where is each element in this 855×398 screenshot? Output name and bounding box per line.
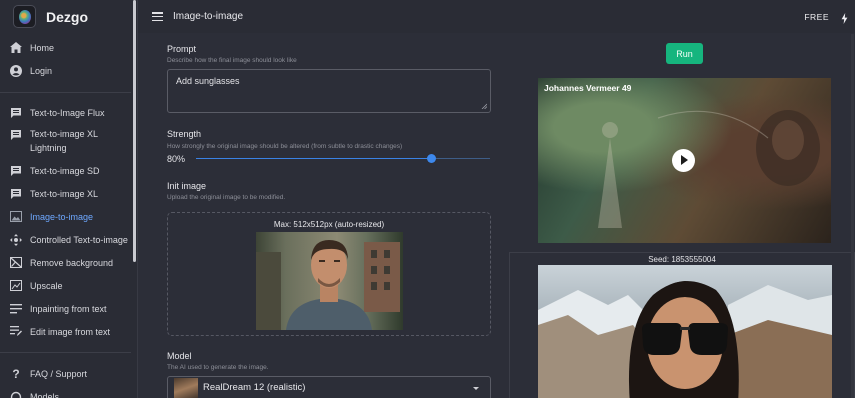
sidebar-item-controlled-text-to-image[interactable]: Controlled Text-to-image: [0, 228, 137, 251]
main-scrollbar[interactable]: [851, 34, 854, 398]
model-help: The AI used to generate the image.: [167, 364, 269, 371]
init-image-title: Init image: [167, 181, 207, 191]
model-title: Model: [167, 351, 192, 361]
sidebar-item-models[interactable]: Models: [0, 385, 137, 398]
prompt-title: Prompt: [167, 44, 197, 54]
dezgo-logo: [13, 5, 36, 28]
resize-handle-icon[interactable]: [481, 103, 487, 109]
chevron-down-icon: [473, 387, 479, 390]
app-name: Dezgo: [46, 8, 88, 25]
account-icon: [10, 64, 22, 77]
max-size-label: Max: 512x512px (auto-resized): [273, 220, 385, 229]
prompt-help: Describe how the final image should look…: [167, 57, 297, 64]
sidebar-item-text-to-image-xl[interactable]: Text-to-image XL: [0, 182, 137, 205]
sidebar-item-home[interactable]: Home: [0, 36, 137, 59]
seed-label: Seed: 1853555004: [648, 255, 716, 264]
message-icon: [10, 129, 22, 141]
init-image-preview: [256, 232, 403, 330]
sidebar-scrollbar[interactable]: [133, 0, 136, 262]
sidebar-item-upscale[interactable]: Upscale: [0, 274, 137, 297]
edit-text-icon: [10, 326, 22, 338]
video-title: Johannes Vermeer 49: [544, 83, 632, 93]
models-icon: [10, 391, 22, 398]
result-panel: Seed: 1853555004: [509, 252, 855, 398]
plan-label[interactable]: FREE: [804, 12, 829, 22]
message-icon: [10, 107, 22, 119]
sidebar-item-remove-background[interactable]: Remove background: [0, 251, 137, 274]
init-image-help: Upload the original image to be modified…: [167, 194, 286, 201]
bolt-icon[interactable]: [841, 11, 848, 29]
model-name: RealDream 12 (realistic): [203, 382, 306, 393]
prompt-value: Add sunglasses: [176, 76, 240, 86]
home-icon: [10, 42, 22, 54]
hamburger-menu-icon[interactable]: [152, 12, 163, 21]
strength-title: Strength: [167, 129, 202, 139]
video-player[interactable]: Johannes Vermeer 49: [538, 78, 831, 243]
help-icon: ?: [12, 366, 20, 381]
play-icon[interactable]: [672, 149, 695, 172]
sidebar-item-image-to-image[interactable]: Image-to-image: [0, 205, 137, 228]
slider-thumb[interactable]: [427, 154, 437, 163]
sidebar-item-login[interactable]: Login: [0, 59, 137, 82]
sidebar-item-text-to-image-sd[interactable]: Text-to-image SD: [0, 159, 137, 182]
control-icon: [10, 233, 22, 246]
run-button[interactable]: Run: [666, 43, 703, 64]
image-icon: [10, 211, 22, 223]
strength-value: 80%: [167, 154, 186, 164]
model-select[interactable]: RealDream 12 (realistic): [167, 376, 491, 398]
message-icon: [10, 165, 22, 177]
sidebar-item-text-to-image-xl-lightning[interactable]: Text-to-image XL Lightning: [0, 123, 137, 159]
sidebar-item-inpainting-from-text[interactable]: Inpainting from text: [0, 297, 137, 320]
top-bar: Image-to-image FREE: [138, 0, 855, 33]
sidebar: Dezgo Home Login Text-to-Image Flux Text…: [0, 0, 138, 398]
init-image-dropzone[interactable]: Max: 512x512px (auto-resized): [167, 212, 491, 336]
page-title: Image-to-image: [173, 11, 244, 22]
prompt-input[interactable]: Add sunglasses: [167, 69, 491, 113]
remove-background-icon: [10, 257, 22, 269]
result-image: [538, 265, 832, 398]
strength-slider[interactable]: [196, 154, 490, 163]
sidebar-item-faq-support[interactable]: ? FAQ / Support: [0, 362, 137, 385]
inpainting-icon: [10, 303, 22, 315]
sidebar-item-text-to-image-flux[interactable]: Text-to-Image Flux: [0, 102, 137, 123]
sidebar-item-edit-image-from-text[interactable]: Edit image from text: [0, 320, 137, 343]
upscale-icon: [10, 280, 22, 292]
model-thumbnail: [174, 378, 198, 398]
message-icon: [10, 188, 22, 200]
brand[interactable]: Dezgo: [0, 0, 137, 33]
strength-help: How strongly the original image should b…: [167, 143, 403, 150]
slider-fill: [196, 158, 432, 159]
